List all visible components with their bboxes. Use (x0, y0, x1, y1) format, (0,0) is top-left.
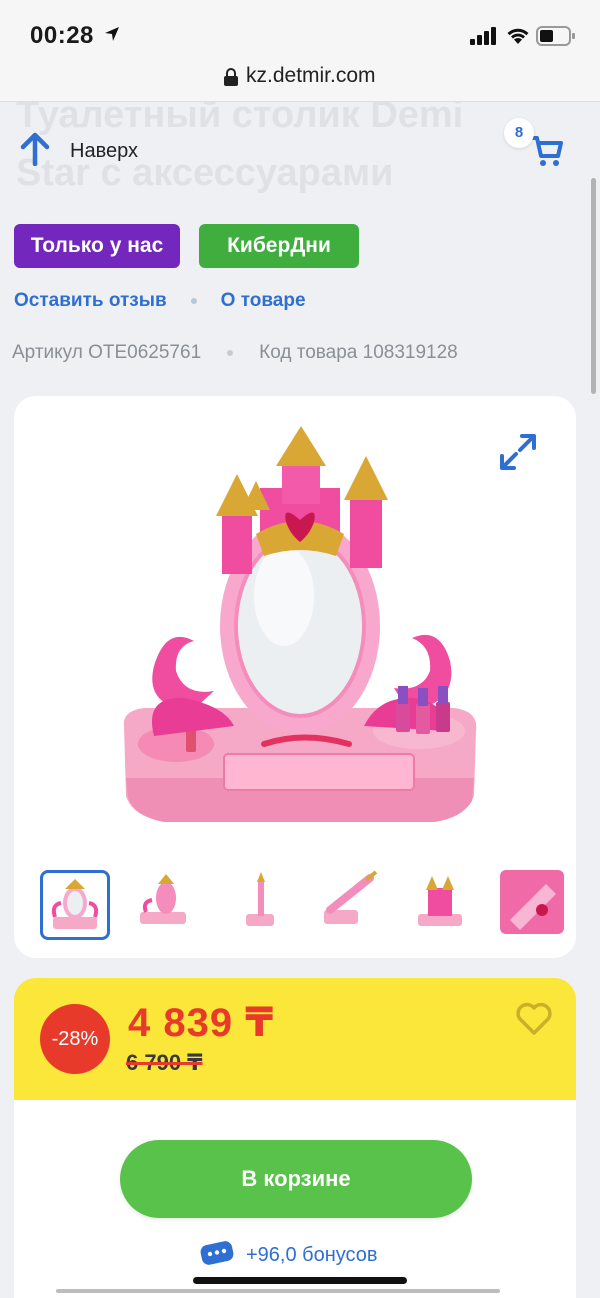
horizontal-scrollbar (56, 1289, 500, 1293)
separator-dot (190, 297, 197, 304)
product-links: Оставить отзыв О товаре (14, 290, 306, 312)
home-indicator[interactable] (193, 1277, 407, 1284)
old-price: 6 790 ₸ (126, 1050, 203, 1075)
thumbnail-image (51, 879, 99, 929)
thumbnail-2[interactable] (132, 870, 202, 940)
thumbnail-image (500, 870, 564, 934)
thumbnail-6[interactable] (500, 870, 576, 940)
page-scrollbar[interactable] (591, 178, 596, 394)
product-image[interactable] (114, 426, 494, 836)
thumbnail-4[interactable] (316, 870, 386, 940)
current-price: 4 839 ₸ (128, 1001, 275, 1045)
status-time: 00:28 (30, 22, 94, 49)
tag-cyber-days[interactable]: КиберДни (199, 224, 359, 268)
in-cart-button[interactable]: В корзине (120, 1140, 472, 1218)
thumbnail-5[interactable] (408, 870, 478, 940)
location-arrow-icon (105, 27, 119, 41)
bonus-ticket-icon (200, 1241, 234, 1265)
battery-icon (536, 26, 575, 46)
thumbnail-3[interactable] (224, 870, 294, 940)
cart-icon[interactable] (530, 134, 564, 168)
price-panel: -28% 4 839 ₸ 6 790 ₸ (14, 978, 576, 1100)
thumbnail-strip[interactable] (40, 870, 576, 940)
thumbnail-image (418, 876, 462, 926)
discount-badge: -28% (40, 1004, 110, 1074)
thumbnail-1[interactable] (40, 870, 110, 940)
separator-dot (227, 349, 234, 356)
sticky-header: Туалетный столик Demi Star с аксессуарам… (0, 102, 600, 200)
product-code: Код товара 108319128 (259, 342, 458, 363)
thumbnail-image (324, 870, 378, 924)
tag-exclusive[interactable]: Только у нас (14, 224, 180, 268)
lock-icon (224, 68, 238, 86)
cellular-signal-icon (470, 27, 496, 45)
about-product-link[interactable]: О товаре (221, 290, 306, 311)
article-number: Артикул OTE0625761 (12, 342, 202, 363)
product-gallery-card (14, 396, 576, 958)
leave-review-link[interactable]: Оставить отзыв (14, 290, 167, 311)
fullscreen-expand-icon[interactable] (498, 432, 538, 472)
buy-panel: В корзине +96,0 бонусов (14, 1100, 576, 1298)
thumbnail-image (246, 872, 274, 926)
product-identifiers: Артикул OTE0625761 Код товара 108319128 (12, 342, 458, 364)
back-to-top-button[interactable]: Наверх (70, 140, 138, 163)
url-text[interactable]: kz.detmir.com (246, 64, 376, 88)
arrow-up-icon[interactable] (20, 132, 50, 166)
status-bar: 00:28 (0, 0, 600, 56)
wifi-icon (507, 28, 529, 44)
browser-address-bar[interactable]: kz.detmir.com (0, 56, 600, 102)
thumbnail-image (140, 874, 186, 924)
cart-count-badge[interactable]: 8 (504, 118, 534, 148)
bonus-points: +96,0 бонусов (246, 1244, 378, 1266)
favorite-heart-icon[interactable] (516, 1002, 552, 1036)
